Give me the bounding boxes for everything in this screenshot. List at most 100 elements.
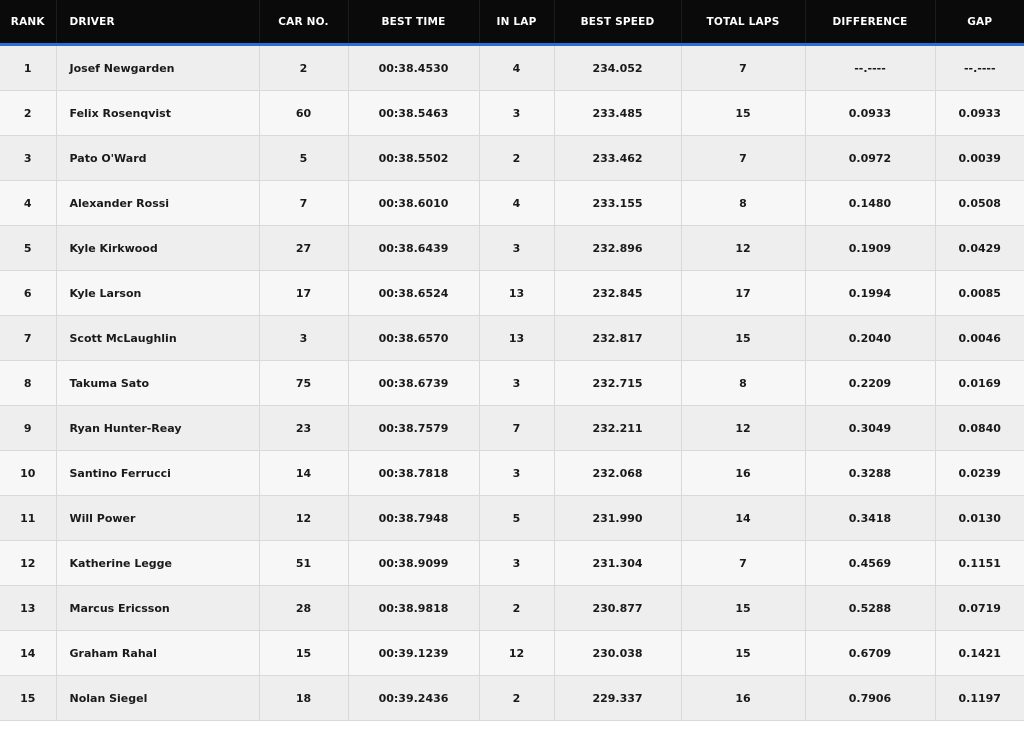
cell-best-time: 00:38.6439 (348, 225, 480, 271)
cell-gap: 0.0169 (935, 360, 1024, 406)
cell-best-time: 00:38.6739 (348, 360, 480, 406)
cell-driver: Kyle Larson (56, 270, 260, 316)
cell-best-speed: 231.304 (554, 540, 682, 586)
cell-in-lap: 3 (479, 225, 555, 271)
header-rank[interactable]: RANK (0, 0, 57, 46)
cell-rank: 11 (0, 495, 57, 541)
cell-rank: 13 (0, 585, 57, 631)
cell-total-laps: 16 (681, 675, 806, 721)
cell-rank: 5 (0, 225, 57, 271)
table-row: 10 Santino Ferrucci 14 00:38.7818 3 232.068 16… (0, 450, 1024, 496)
cell-driver: Scott McLaughlin (56, 315, 260, 361)
cell-car-no: 14 (259, 450, 349, 496)
cell-gap: 0.0719 (935, 585, 1024, 631)
table-body: 1 Josef Newgarden 2 00:38.4530 4 234.052 7 --.-… (0, 44, 1024, 721)
cell-driver: Katherine Legge (56, 540, 260, 586)
cell-car-no: 7 (259, 180, 349, 226)
cell-in-lap: 12 (479, 630, 555, 676)
table-row: 6 Kyle Larson 17 00:38.6524 13 232.845 17 0.199… (0, 270, 1024, 316)
cell-best-time: 00:38.9099 (348, 540, 480, 586)
cell-difference: --.---- (805, 44, 936, 91)
cell-difference: 0.1909 (805, 225, 936, 271)
cell-driver: Nolan Siegel (56, 675, 260, 721)
cell-driver: Ryan Hunter-Reay (56, 405, 260, 451)
results-table: RANK DRIVER CAR NO. BEST TIME IN LAP BES… (0, 0, 1024, 721)
header-car-no[interactable]: CAR NO. (259, 0, 349, 46)
cell-rank: 7 (0, 315, 57, 361)
cell-difference: 0.0972 (805, 135, 936, 181)
header-gap[interactable]: GAP (935, 0, 1024, 46)
cell-best-speed: 233.485 (554, 90, 682, 136)
cell-best-speed: 234.052 (554, 44, 682, 91)
cell-difference: 0.3049 (805, 405, 936, 451)
table-row: 13 Marcus Ericsson 28 00:38.9818 2 230.877 15 0… (0, 585, 1024, 631)
cell-driver: Santino Ferrucci (56, 450, 260, 496)
cell-best-time: 00:38.7579 (348, 405, 480, 451)
cell-gap: 0.0239 (935, 450, 1024, 496)
cell-driver: Marcus Ericsson (56, 585, 260, 631)
cell-difference: 0.6709 (805, 630, 936, 676)
cell-best-time: 00:39.2436 (348, 675, 480, 721)
cell-gap: --.---- (935, 44, 1024, 91)
cell-best-time: 00:38.6524 (348, 270, 480, 316)
header-best-speed[interactable]: BEST SPEED (554, 0, 682, 46)
cell-best-speed: 232.211 (554, 405, 682, 451)
cell-best-time: 00:38.5502 (348, 135, 480, 181)
cell-gap: 0.0508 (935, 180, 1024, 226)
table-row: 8 Takuma Sato 75 00:38.6739 3 232.715 8 0.2209 0… (0, 360, 1024, 406)
cell-best-time: 00:38.4530 (348, 44, 480, 91)
cell-best-time: 00:39.1239 (348, 630, 480, 676)
cell-in-lap: 3 (479, 450, 555, 496)
cell-rank: 10 (0, 450, 57, 496)
cell-car-no: 28 (259, 585, 349, 631)
cell-rank: 3 (0, 135, 57, 181)
header-in-lap[interactable]: IN LAP (479, 0, 555, 46)
cell-best-time: 00:38.7948 (348, 495, 480, 541)
cell-difference: 0.3418 (805, 495, 936, 541)
cell-gap: 0.0429 (935, 225, 1024, 271)
cell-in-lap: 2 (479, 675, 555, 721)
cell-rank: 14 (0, 630, 57, 676)
cell-in-lap: 2 (479, 135, 555, 181)
cell-gap: 0.1151 (935, 540, 1024, 586)
header-row: RANK DRIVER CAR NO. BEST TIME IN LAP BES… (0, 0, 1024, 46)
cell-difference: 0.2040 (805, 315, 936, 361)
cell-total-laps: 15 (681, 585, 806, 631)
cell-in-lap: 3 (479, 90, 555, 136)
cell-difference: 0.5288 (805, 585, 936, 631)
table-row: 5 Kyle Kirkwood 27 00:38.6439 3 232.896 12 0.19… (0, 225, 1024, 271)
cell-car-no: 51 (259, 540, 349, 586)
cell-best-speed: 229.337 (554, 675, 682, 721)
cell-gap: 0.0046 (935, 315, 1024, 361)
table-row: 11 Will Power 12 00:38.7948 5 231.990 14 0.3418… (0, 495, 1024, 541)
cell-driver: Josef Newgarden (56, 44, 260, 91)
cell-driver: Takuma Sato (56, 360, 260, 406)
cell-car-no: 17 (259, 270, 349, 316)
cell-gap: 0.0085 (935, 270, 1024, 316)
cell-car-no: 27 (259, 225, 349, 271)
header-total-laps[interactable]: TOTAL LAPS (681, 0, 806, 46)
cell-total-laps: 16 (681, 450, 806, 496)
cell-car-no: 23 (259, 405, 349, 451)
cell-difference: 0.1994 (805, 270, 936, 316)
cell-driver: Graham Rahal (56, 630, 260, 676)
header-best-time[interactable]: BEST TIME (348, 0, 480, 46)
cell-gap: 0.0933 (935, 90, 1024, 136)
cell-driver: Will Power (56, 495, 260, 541)
header-difference[interactable]: DIFFERENCE (805, 0, 936, 46)
cell-total-laps: 7 (681, 540, 806, 586)
cell-total-laps: 7 (681, 135, 806, 181)
cell-in-lap: 13 (479, 270, 555, 316)
cell-rank: 9 (0, 405, 57, 451)
table-row: 2 Felix Rosenqvist 60 00:38.5463 3 233.485 15 0… (0, 90, 1024, 136)
cell-car-no: 75 (259, 360, 349, 406)
cell-car-no: 60 (259, 90, 349, 136)
cell-rank: 8 (0, 360, 57, 406)
cell-best-time: 00:38.7818 (348, 450, 480, 496)
cell-car-no: 5 (259, 135, 349, 181)
header-driver[interactable]: DRIVER (56, 0, 260, 46)
table-row: 7 Scott McLaughlin 3 00:38.6570 13 232.817 15 0… (0, 315, 1024, 361)
cell-best-speed: 231.990 (554, 495, 682, 541)
cell-in-lap: 3 (479, 360, 555, 406)
cell-gap: 0.0840 (935, 405, 1024, 451)
